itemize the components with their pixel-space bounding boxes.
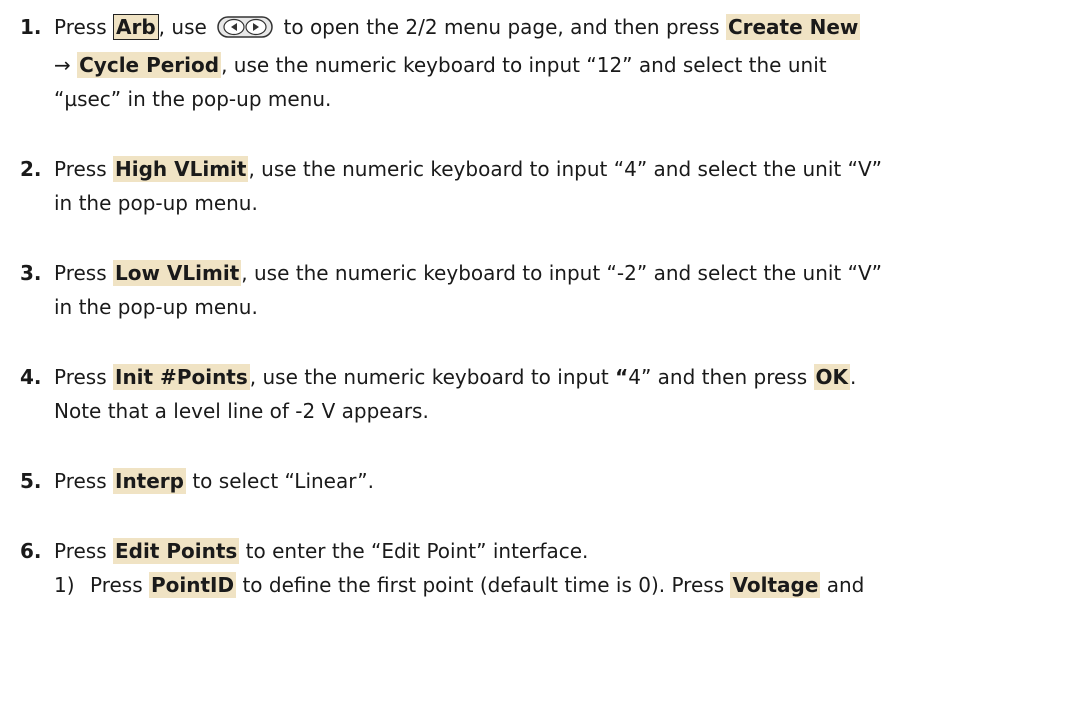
arrow-glyph: → [54,53,78,77]
step-text: and [820,573,865,597]
step-continuation: “µsec” in the pop-up menu. [54,87,332,111]
step-text: to enter the “Edit Point” interface. [239,539,589,563]
step-text: to select “Linear”. [185,469,375,493]
step-text: Press [90,573,149,597]
step-text: to define the first point (default time … [236,573,731,597]
step-1: 1. Press Arb, use to open the 2/2 menu pa… [20,10,1066,116]
step-continuation: in the pop-up menu. [54,191,258,215]
step-text: . [850,365,857,389]
step-continuation: in the pop-up menu. [54,295,258,319]
step-number: 2. [20,157,42,181]
step-text: , use the numeric keyboard to input “12”… [221,53,827,77]
step-text: Press [54,469,113,493]
step-text: , use [158,15,214,39]
low-vlimit-key-label: Low VLimit [113,260,242,286]
step-number: 6. [20,539,42,563]
pointid-key-label: PointID [149,572,237,598]
step-text: Press [54,261,113,285]
voltage-key-label: Voltage [730,572,821,598]
step-6: 6. Press Edit Points to enter the “Edit P… [20,534,1066,568]
edit-points-key-label: Edit Points [113,538,240,564]
step-text: 4” and then press [628,365,814,389]
step-5: 5. Press Interp to select “Linear”. [20,464,1066,498]
step-number: 3. [20,261,42,285]
left-right-arrow-keys-icon [217,14,273,48]
substep-1: 1) Press PointID to define the first poin… [54,568,1066,602]
cycle-period-key-label: Cycle Period [77,52,222,78]
step-number: 1. [20,15,42,39]
step-continuation: Note that a level line of -2 V appears. [54,399,429,423]
step-number: 5. [20,469,42,493]
create-new-key-label: Create New [725,14,861,40]
interp-key-label: Interp [113,468,186,494]
step-text: Press [54,365,113,389]
step-text: Press [54,15,113,39]
quote-mark: “ [615,365,629,389]
step-text: , use the numeric keyboard to input “4” … [248,157,882,181]
step-3: 3. Press Low VLimit, use the numeric keyb… [20,256,1066,324]
substep-number: 1) [54,573,75,597]
step-number: 4. [20,365,42,389]
step-2: 2. Press High VLimit, use the numeric key… [20,152,1066,220]
arb-key-label: Arb [113,14,159,40]
step-4: 4. Press Init #Points, use the numeric ke… [20,360,1066,428]
step-text: to open the 2/2 menu page, and then pres… [277,15,726,39]
step-text: Press [54,157,113,181]
high-vlimit-key-label: High VLimit [113,156,249,182]
step-text: , use the numeric keyboard to input “-2”… [241,261,883,285]
step-text: Press [54,539,113,563]
ok-key-label: OK [813,364,850,390]
step-text: , use the numeric keyboard to input [249,365,616,389]
step-continuation: → Cycle Period, use the numeric keyboard… [20,48,1066,82]
init-points-key-label: Init #Points [113,364,250,390]
